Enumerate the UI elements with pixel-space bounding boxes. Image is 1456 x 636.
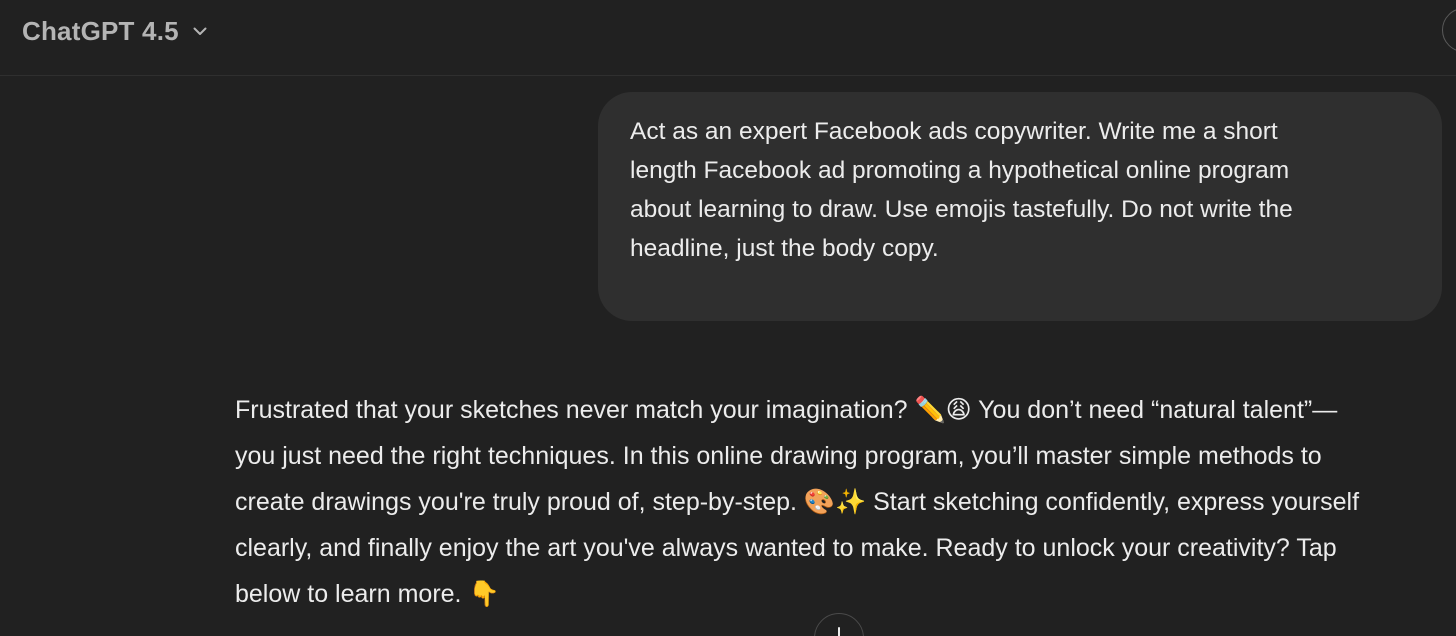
top-bar: ChatGPT 4.5	[0, 0, 1456, 76]
user-message-bubble: Act as an expert Facebook ads copywriter…	[598, 92, 1442, 321]
assistant-message-text: Frustrated that your sketches never matc…	[235, 396, 1360, 608]
model-selector[interactable]: ChatGPT 4.5	[22, 14, 209, 48]
user-message-text: Act as an expert Facebook ads copywriter…	[630, 118, 1293, 262]
arrow-down-icon	[838, 627, 840, 636]
chat-page: ChatGPT 4.5 Act as an expert Facebook ad…	[0, 0, 1456, 636]
chevron-down-icon	[191, 22, 209, 40]
assistant-message: Frustrated that your sketches never matc…	[235, 387, 1450, 617]
model-name: ChatGPT 4.5	[22, 15, 179, 46]
header-action-button[interactable]	[1442, 8, 1456, 52]
